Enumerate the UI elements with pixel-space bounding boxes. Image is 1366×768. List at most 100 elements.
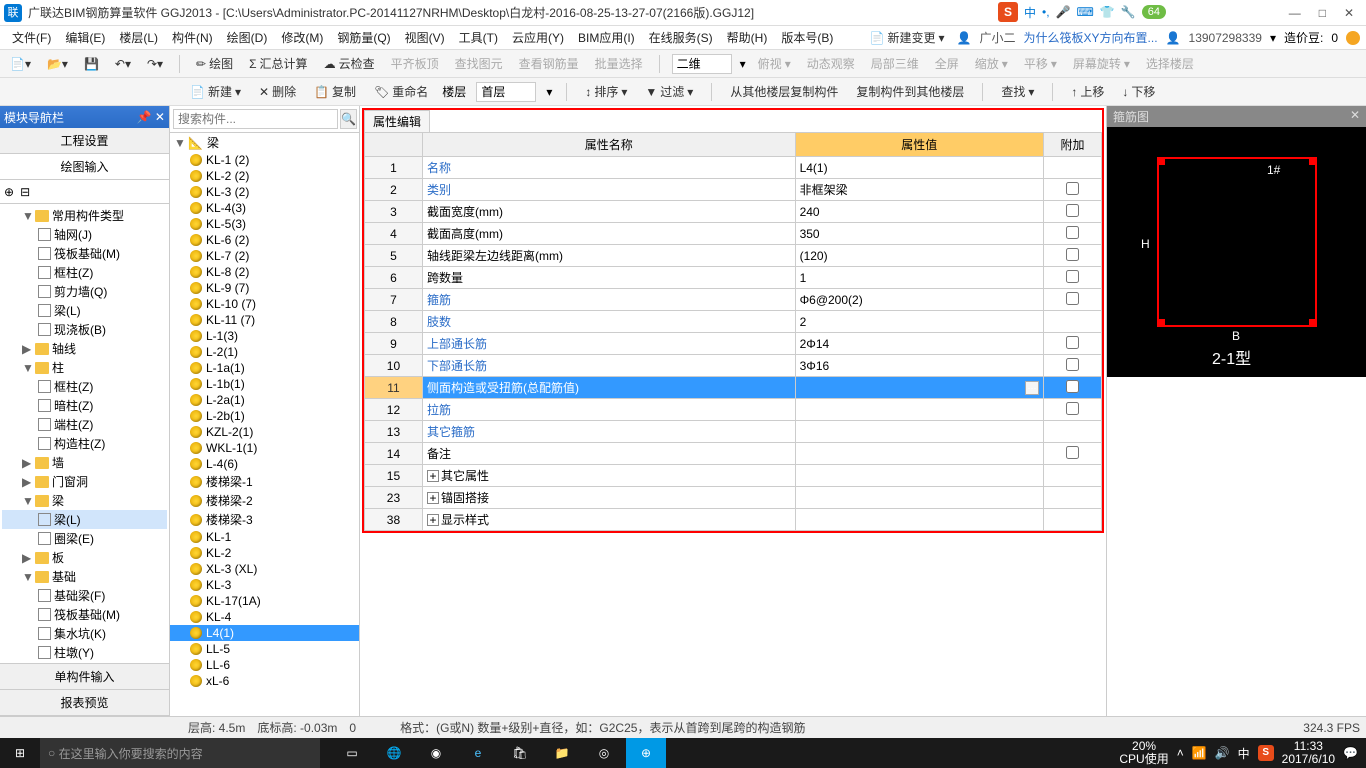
comp-item[interactable]: KL-4 (170, 609, 359, 625)
maximize-button[interactable]: □ (1319, 6, 1326, 20)
comp-item[interactable]: L4(1) (170, 625, 359, 641)
copy-button[interactable]: 📋复制 (310, 81, 360, 102)
tree-node[interactable]: ▶门窗洞 (2, 472, 167, 491)
prop-value-cell[interactable]: 1 (795, 267, 1043, 289)
prop-value-cell[interactable] (795, 443, 1043, 465)
prop-row[interactable]: 1名称L4(1) (365, 157, 1102, 179)
beans-icon[interactable] (1346, 31, 1360, 45)
comp-item[interactable]: XL-3 (XL) (170, 561, 359, 577)
tree-node[interactable]: 构造柱(Z) (2, 434, 167, 453)
prop-check-cell[interactable] (1044, 333, 1102, 355)
tree-node[interactable]: 基础梁(F) (2, 586, 167, 605)
prop-row[interactable]: 15+其它属性 (365, 465, 1102, 487)
task-app-icon[interactable]: ◉ (416, 738, 456, 768)
tree-expander-icon[interactable]: ▼ (22, 494, 32, 508)
user-phone[interactable]: 13907298339 (1189, 31, 1262, 45)
prop-check-cell[interactable] (1044, 355, 1102, 377)
ime-punct-icon[interactable]: •, (1042, 5, 1050, 19)
menu-help[interactable]: 帮助(H) (721, 27, 774, 48)
task-explorer-icon[interactable]: 📁 (542, 738, 582, 768)
menu-bim[interactable]: BIM应用(I) (572, 27, 641, 48)
find-button[interactable]: 查找 ▾ (997, 81, 1038, 102)
tree-node[interactable]: 现浇板(B) (2, 320, 167, 339)
prop-checkbox[interactable] (1066, 402, 1079, 415)
ime-keyboard-icon[interactable]: ⌨ (1077, 5, 1094, 19)
start-button[interactable]: ⊞ (0, 746, 40, 760)
task-app-icon[interactable]: 🌐 (374, 738, 414, 768)
prop-value-cell[interactable]: 2Φ14 (795, 333, 1043, 355)
floor-dropdown[interactable] (476, 82, 536, 102)
prop-check-cell[interactable] (1044, 179, 1102, 201)
comp-item[interactable]: L-1(3) (170, 328, 359, 344)
prop-name-cell[interactable]: 箍筋 (422, 289, 795, 311)
prop-checkbox[interactable] (1066, 204, 1079, 217)
prop-row[interactable]: 38+显示样式 (365, 509, 1102, 531)
nav-tab-single[interactable]: 单构件输入 (0, 664, 169, 690)
fullscreen-button[interactable]: 全屏 (931, 53, 963, 74)
menu-edit[interactable]: 编辑(E) (59, 27, 111, 48)
draw-button[interactable]: ✏绘图 (192, 53, 237, 74)
prop-value-cell[interactable]: (120) (795, 245, 1043, 267)
prop-row[interactable]: 9上部通长筋2Φ14 (365, 333, 1102, 355)
help-link[interactable]: 为什么筏板XY方向布置... (1024, 29, 1158, 46)
prop-name-cell[interactable]: 拉筋 (422, 399, 795, 421)
tray-volume-icon[interactable]: 🔊 (1215, 746, 1230, 760)
prop-check-cell[interactable] (1044, 245, 1102, 267)
menu-modify[interactable]: 修改(M) (275, 27, 329, 48)
screen-rotate-button[interactable]: 屏幕旋转 ▾ (1069, 53, 1134, 74)
zoom-button[interactable]: 缩放 ▾ (971, 53, 1012, 74)
task-app-icon[interactable]: ⊕ (626, 738, 666, 768)
tree-expander-icon[interactable]: ▶ (22, 456, 32, 470)
menu-view[interactable]: 视图(V) (399, 27, 451, 48)
prop-check-cell[interactable] (1044, 443, 1102, 465)
prop-checkbox[interactable] (1066, 226, 1079, 239)
tree-node[interactable]: ▼常用构件类型 (2, 206, 167, 225)
tree-expander-icon[interactable]: ▼ (22, 361, 32, 375)
tree-node[interactable]: 端柱(Z) (2, 415, 167, 434)
prop-row[interactable]: 7箍筋Φ6@200(2) (365, 289, 1102, 311)
level-top-button[interactable]: 平齐板顶 (387, 53, 443, 74)
comp-item[interactable]: KL-1 (170, 529, 359, 545)
prop-checkbox[interactable] (1066, 248, 1079, 261)
nav-tool-icon[interactable]: ⊕ (4, 185, 14, 199)
cloud-check-button[interactable]: ☁云检查 (320, 53, 379, 74)
comp-item[interactable]: 楼梯梁-3 (170, 510, 359, 529)
comp-item[interactable]: L-2(1) (170, 344, 359, 360)
prop-check-cell[interactable] (1044, 465, 1102, 487)
comp-item[interactable]: L-1a(1) (170, 360, 359, 376)
comp-item[interactable]: KL-2 (2) (170, 168, 359, 184)
prop-name-cell[interactable]: +锚固搭接 (422, 487, 795, 509)
comp-item[interactable]: KL-1 (2) (170, 152, 359, 168)
menu-online[interactable]: 在线服务(S) (643, 27, 719, 48)
copy-to-floor-button[interactable]: 复制构件到其他楼层 (852, 81, 968, 102)
tray-notifications-icon[interactable]: 💬 (1343, 746, 1358, 760)
prop-name-cell[interactable]: 上部通长筋 (422, 333, 795, 355)
prop-checkbox[interactable] (1066, 336, 1079, 349)
tree-node[interactable]: 筏板基础(M) (2, 605, 167, 624)
prop-value-cell[interactable]: 240 (795, 201, 1043, 223)
prop-name-cell[interactable]: 备注 (422, 443, 795, 465)
search-input[interactable] (173, 109, 338, 129)
prop-value-cell[interactable]: 350 (795, 223, 1043, 245)
nav-tab-report[interactable]: 报表预览 (0, 690, 169, 716)
comp-item[interactable]: KL-3 (2) (170, 184, 359, 200)
prop-value-cell[interactable] (795, 509, 1043, 531)
copy-from-floor-button[interactable]: 从其他楼层复制构件 (726, 81, 842, 102)
comp-item[interactable]: KL-3 (170, 577, 359, 593)
move-up-button[interactable]: ↑上移 (1067, 81, 1108, 102)
tray-clock[interactable]: 11:33 2017/6/10 (1282, 740, 1335, 766)
ime-skin-icon[interactable]: 👕 (1100, 5, 1115, 19)
expand-icon[interactable]: + (427, 514, 439, 526)
find-element-button[interactable]: 查找图元 (451, 53, 507, 74)
prop-row[interactable]: 4截面高度(mm)350 (365, 223, 1102, 245)
tray-up-icon[interactable]: ˄ (1177, 746, 1184, 760)
task-store-icon[interactable]: 🛍 (500, 738, 540, 768)
expand-icon[interactable]: + (427, 492, 439, 504)
prop-name-cell[interactable]: 肢数 (422, 311, 795, 333)
minimize-button[interactable]: — (1289, 6, 1301, 20)
prop-name-cell[interactable]: +其它属性 (422, 465, 795, 487)
save-icon[interactable]: 💾 (80, 55, 103, 73)
comp-item[interactable]: KL-10 (7) (170, 296, 359, 312)
comp-item[interactable]: 楼梯梁-2 (170, 491, 359, 510)
prop-checkbox[interactable] (1066, 270, 1079, 283)
